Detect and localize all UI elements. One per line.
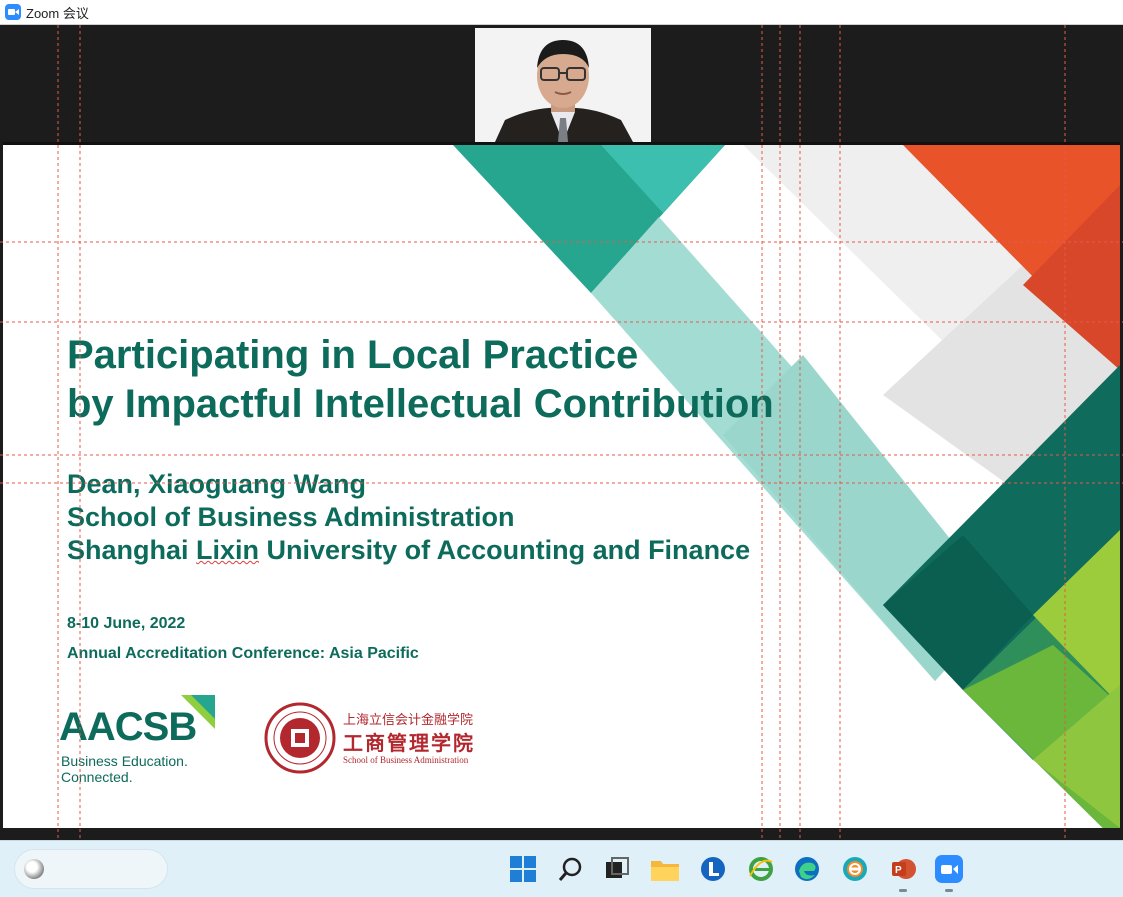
task-view-icon[interactable] bbox=[602, 854, 632, 884]
lixin-university-cn: 上海立信会计金融学院 bbox=[343, 712, 474, 727]
ie-icon[interactable] bbox=[746, 854, 776, 884]
taskbar-search-box[interactable] bbox=[14, 849, 168, 889]
aacsb-wordmark: AACSB bbox=[59, 705, 197, 749]
search-icon[interactable] bbox=[556, 854, 586, 884]
aacsb-tagline-2: Connected. bbox=[61, 769, 133, 785]
aacsb-tagline-1: Business Education. bbox=[61, 753, 188, 769]
svg-text:P: P bbox=[895, 865, 902, 876]
start-icon[interactable] bbox=[508, 854, 538, 884]
aacsb-mark-icon bbox=[181, 695, 215, 729]
slide-title-line1: Participating in Local Practice bbox=[67, 333, 639, 377]
lixin-seal-icon bbox=[264, 702, 336, 774]
file-explorer-icon[interactable] bbox=[650, 854, 680, 884]
conference-name: Annual Accreditation Conference: Asia Pa… bbox=[67, 645, 419, 662]
presenter-block: Dean, Xiaoguang Wang School of Business … bbox=[67, 468, 750, 567]
lixin-school-en: School of Business Administration bbox=[343, 755, 469, 765]
presenter-university-b: Lixin bbox=[196, 535, 260, 565]
aacsb-logo: AACSB Business Education. Connected. bbox=[59, 695, 219, 785]
zoom-icon[interactable] bbox=[934, 854, 964, 892]
powerpoint-icon[interactable]: P bbox=[888, 854, 918, 892]
presenter-name: Dean, Xiaoguang Wang bbox=[67, 469, 367, 499]
lark-icon[interactable] bbox=[698, 854, 728, 884]
lixin-school-logo: 上海立信会计金融学院 工商管理学院 School of Business Adm… bbox=[263, 695, 483, 781]
window-titlebar: Zoom 会议 bbox=[0, 0, 1123, 25]
presenter-university-a: Shanghai bbox=[67, 535, 197, 565]
taskbar: P bbox=[0, 840, 1123, 897]
presenter-university-c: University of Accounting and Finance bbox=[259, 535, 751, 565]
meeting-area: Participating in Local Practice by Impac… bbox=[0, 25, 1123, 840]
widgets-icon bbox=[24, 859, 44, 879]
event-date: 8-10 June, 2022 bbox=[67, 615, 186, 632]
slide-title: Participating in Local Practice by Impac… bbox=[67, 331, 774, 429]
edge-icon[interactable] bbox=[792, 854, 822, 884]
slide-title-line2: by Impactful Intellectual Contribution bbox=[67, 382, 774, 426]
presenter-school: School of Business Administration bbox=[67, 502, 515, 532]
zoom-app-icon bbox=[5, 4, 21, 20]
participant-video-tile[interactable] bbox=[475, 28, 651, 142]
lixin-school-cn: 工商管理学院 bbox=[343, 733, 475, 755]
window-title: Zoom 会议 bbox=[26, 5, 89, 21]
shared-slide: Participating in Local Practice by Impac… bbox=[3, 142, 1120, 828]
participant-video bbox=[475, 28, 651, 142]
edge-beta-icon[interactable] bbox=[840, 854, 870, 884]
